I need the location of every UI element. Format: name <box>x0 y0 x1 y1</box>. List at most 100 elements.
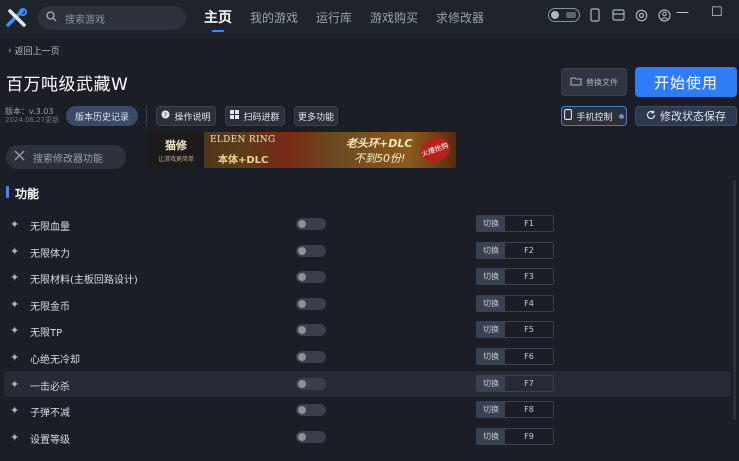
scrollbar[interactable] <box>733 180 736 420</box>
feature-toggle[interactable] <box>296 430 326 443</box>
app-logo-icon[interactable] <box>6 7 28 29</box>
banner-brand-sub: 让游戏更简单 <box>157 156 194 163</box>
hotkey-key: F6 <box>524 352 534 361</box>
question-icon: ? <box>161 110 170 122</box>
mod-search-input[interactable]: 搜索修改器功能 <box>6 145 126 169</box>
hotkey-box[interactable]: 切换 F7 <box>476 374 554 392</box>
feature-toggle[interactable] <box>296 271 326 284</box>
search-placeholder: 搜索游戏 <box>65 14 105 26</box>
feature-toggle[interactable] <box>296 404 326 417</box>
divider <box>146 106 147 126</box>
replace-file-button[interactable]: 替换文件 <box>561 68 627 96</box>
feature-toggle[interactable] <box>296 351 326 363</box>
phone-icon[interactable] <box>587 7 603 23</box>
hotkey-key: F2 <box>524 245 534 255</box>
more-features-button[interactable]: 更多功能 <box>294 106 338 126</box>
section-marker <box>6 186 9 198</box>
phone-icon <box>564 109 573 123</box>
promo-banner[interactable]: 猫修 让游戏更简单 ELDEN RING 本体+DLC 老头环+DLC 不到50… <box>148 132 456 168</box>
phone-control-button[interactable]: 手机控制 <box>561 106 627 126</box>
nav-buy-games[interactable]: 游戏购买 <box>370 9 418 27</box>
version-history-button[interactable]: 版本历史记录 <box>66 106 138 126</box>
banner-brand-name: 猫修 <box>165 139 187 152</box>
scan-qr-button[interactable]: 扫码进群 <box>225 106 285 126</box>
hotkey-prefix: 切换 <box>477 428 505 444</box>
back-link[interactable]: ‹ 返回上一页 <box>8 44 60 58</box>
nav-my-games[interactable]: 我的游戏 <box>250 9 298 27</box>
banner-game-title: ELDEN RING <box>210 135 276 145</box>
scan-label: 扫码进群 <box>243 112 280 123</box>
feature-toggle[interactable] <box>296 218 326 230</box>
hotkey-prefix: 切换 <box>477 402 505 418</box>
skin-icon[interactable] <box>610 7 626 23</box>
save-label: 修改状态保存 <box>660 110 726 123</box>
feature-row: ✦ 心绝无冷却 切换 F6 <box>4 344 731 370</box>
hotkey-box[interactable]: 切换 F2 <box>476 241 554 259</box>
top-icon-group <box>548 7 672 23</box>
feature-row: ✦ 无限TP 切换 F5 <box>4 317 731 343</box>
banner-game-subtitle: 本体+DLC <box>218 155 269 166</box>
hotkey-box[interactable]: 切换 F6 <box>476 348 554 365</box>
banner-brand: 猫修 让游戏更简单 <box>148 132 204 168</box>
grid-icon <box>230 110 240 122</box>
hotkey-prefix: 切换 <box>477 375 505 391</box>
hotkey-box[interactable]: 切换 F1 <box>476 215 554 232</box>
feature-toggle[interactable] <box>296 244 326 257</box>
hotkey-key: F3 <box>524 272 534 282</box>
minimize-icon[interactable]: — <box>676 5 689 20</box>
feature-label: 心绝无冷却 <box>30 355 80 366</box>
hotkey-prefix: 切换 <box>477 322 505 338</box>
feature-row: ✦ 无限体力 切换 F2 <box>4 238 731 264</box>
mode-toggle-icon[interactable] <box>548 8 580 22</box>
status-dot-icon <box>618 113 624 119</box>
replace-label: 替换文件 <box>586 77 618 87</box>
banner-promo-count: 不到50份! <box>354 152 406 165</box>
feature-row: ✦ 无限金币 切换 F4 <box>4 291 731 317</box>
folder-icon <box>570 76 582 88</box>
feature-label: 无限金币 <box>30 301 70 313</box>
sparkle-icon: ✦ <box>10 324 20 338</box>
nav-home[interactable]: 主页 <box>204 9 232 32</box>
maximize-icon[interactable]: ☐ <box>711 5 723 20</box>
version-label: 版本：v.3.03 <box>5 107 54 116</box>
feature-toggle[interactable] <box>296 297 326 310</box>
nav-request-trainer[interactable]: 求修改器 <box>436 9 484 27</box>
feature-label: 无限TP <box>30 328 63 340</box>
hotkey-prefix: 切换 <box>477 216 505 231</box>
sparkle-icon: ✦ <box>10 271 20 285</box>
hotkey-box[interactable]: 切换 F9 <box>476 427 554 445</box>
game-search-input[interactable]: 搜索游戏 <box>38 6 186 30</box>
feature-toggle[interactable] <box>296 377 326 390</box>
start-button[interactable]: 开始使用 <box>635 67 737 97</box>
search-icon <box>46 11 57 25</box>
hotkey-prefix: 切换 <box>477 242 505 258</box>
feature-label: 无限血量 <box>30 222 70 233</box>
feature-row: ✦ 设置等级 切换 F9 <box>4 424 731 450</box>
hotkey-box[interactable]: 切换 F5 <box>476 321 554 339</box>
hotkey-box[interactable]: 切换 F3 <box>476 268 554 286</box>
hotkey-key: F1 <box>524 219 534 228</box>
hotkey-box[interactable]: 切换 F8 <box>476 401 554 419</box>
nav-runtime[interactable]: 运行库 <box>316 9 352 27</box>
window-controls: — ☐ ✕ <box>676 5 739 20</box>
feature-row: ✦ 无限材料(主板回路设计) 切换 F3 <box>4 264 731 290</box>
hotkey-box[interactable]: 切换 F4 <box>476 294 554 312</box>
sparkle-icon: ✦ <box>10 297 20 311</box>
sparkle-icon: ✦ <box>10 244 20 258</box>
hotkey-prefix: 切换 <box>477 349 505 364</box>
hotkey-prefix: 切换 <box>477 295 505 311</box>
feature-label: 子弹不减 <box>30 408 70 420</box>
feature-label: 无限材料(主板回路设计) <box>30 275 138 287</box>
back-label: 返回上一页 <box>14 47 60 57</box>
version-info: 版本：v.3.03 2024.06.27更新 <box>5 107 59 125</box>
user-icon[interactable] <box>656 7 672 23</box>
hotkey-key: F5 <box>524 325 534 335</box>
main-nav: 主页 我的游戏 运行库 游戏购买 求修改器 <box>204 9 484 32</box>
hotkey-key: F8 <box>524 405 534 415</box>
feature-toggle[interactable] <box>296 324 326 337</box>
settings-icon[interactable] <box>633 7 649 23</box>
save-state-button[interactable]: 修改状态保存 <box>635 106 737 126</box>
hotkey-prefix: 切换 <box>477 269 505 285</box>
feature-label: 无限体力 <box>30 248 70 260</box>
help-button[interactable]: ? 操作说明 <box>156 106 216 126</box>
